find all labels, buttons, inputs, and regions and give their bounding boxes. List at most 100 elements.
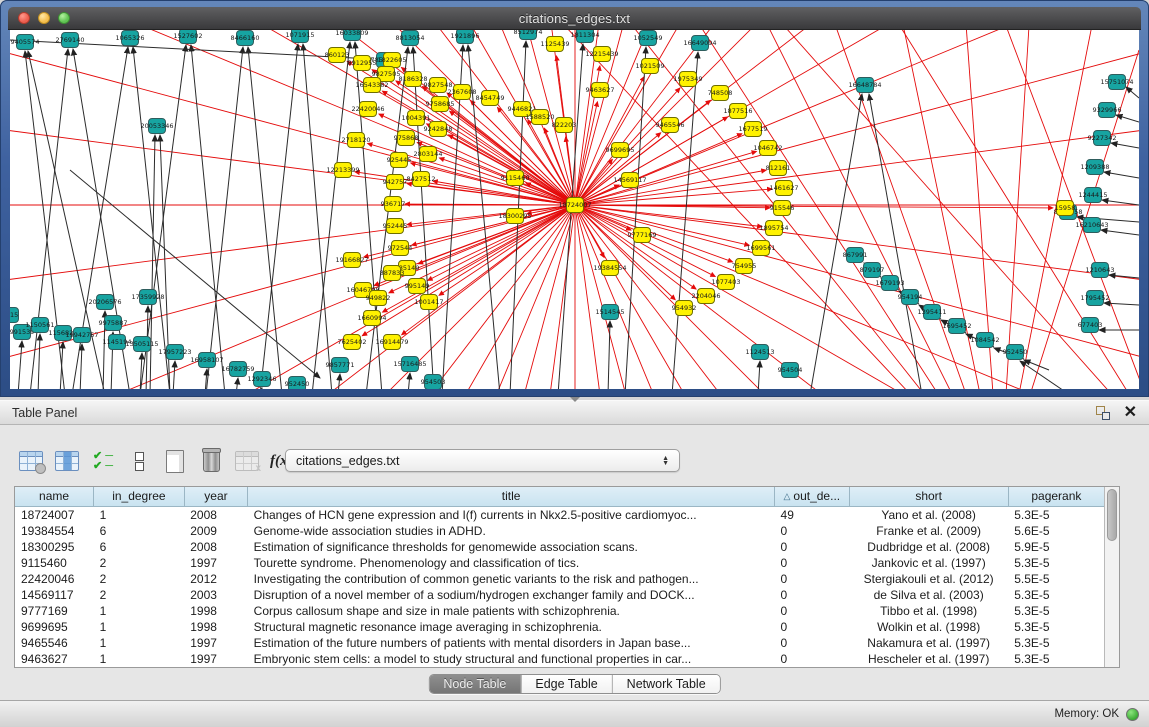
column-header[interactable]: title: [248, 487, 775, 506]
table-cell[interactable]: 0: [775, 539, 850, 555]
table-cell[interactable]: 0: [775, 651, 850, 667]
network-node[interactable]: 954503: [421, 375, 446, 390]
network-node[interactable]: 1124513: [746, 345, 775, 360]
table-cell[interactable]: Tibbo et al. (1998): [849, 603, 1008, 619]
network-node[interactable]: 8813054: [396, 31, 425, 46]
network-node[interactable]: 20053346: [140, 119, 173, 134]
network-node[interactable]: 1461627: [770, 181, 799, 196]
table-cell[interactable]: 49: [775, 506, 850, 523]
network-node[interactable]: 1699561: [747, 241, 776, 256]
table-scrollbar[interactable]: [1104, 487, 1119, 667]
network-node[interactable]: 1921896: [451, 30, 480, 44]
network-node[interactable]: 16033809: [335, 30, 368, 41]
network-node[interactable]: 949822: [366, 291, 391, 306]
table-row[interactable]: 946554611997Estimation of the future num…: [15, 635, 1104, 651]
table-cell[interactable]: 5.3E-5: [1008, 555, 1104, 571]
network-node[interactable]: 812161: [766, 161, 791, 176]
column-header[interactable]: pagerank: [1008, 487, 1104, 506]
table-row[interactable]: 2242004622012Investigating the contribut…: [15, 571, 1104, 587]
table-cell[interactable]: 0: [775, 523, 850, 539]
table-cell[interactable]: Changes of HCN gene expression and I(f) …: [248, 506, 775, 523]
network-node[interactable]: 16649094: [683, 36, 716, 51]
network-node[interactable]: 9315: [10, 308, 19, 323]
memory-status-icon[interactable]: [1126, 708, 1139, 721]
table-cell[interactable]: 18724007: [15, 506, 94, 523]
network-canvas[interactable]: 9405574276914010653261527602846616010719…: [10, 30, 1139, 389]
table-cell[interactable]: 0: [775, 587, 850, 603]
network-node[interactable]: 972544: [388, 241, 413, 256]
table-cell[interactable]: 6: [94, 539, 185, 555]
table-cell[interactable]: 2008: [184, 506, 247, 523]
table-row[interactable]: 1456911722003Disruption of a novel membe…: [15, 587, 1104, 603]
network-node[interactable]: 954932: [672, 301, 697, 316]
network-node[interactable]: 1679193: [876, 276, 905, 291]
network-node[interactable]: 9242848: [424, 122, 453, 137]
network-node[interactable]: 1084542: [971, 333, 1000, 348]
network-node[interactable]: 1125439: [541, 37, 570, 52]
table-cell[interactable]: Yano et al. (2008): [849, 506, 1008, 523]
table-cell[interactable]: 0: [775, 635, 850, 651]
table-cell[interactable]: 0: [775, 555, 850, 571]
network-node[interactable]: 925445: [387, 153, 412, 168]
table-cell[interactable]: 1998: [184, 619, 247, 635]
table-cell[interactable]: Wolkin et al. (1998): [849, 619, 1008, 635]
table-cell[interactable]: 1: [94, 603, 185, 619]
table-cell[interactable]: 0: [775, 603, 850, 619]
network-node[interactable]: 19384554: [593, 261, 626, 276]
table-cell[interactable]: Hescheler et al. (1997): [849, 651, 1008, 667]
table-cell[interactable]: 0: [775, 571, 850, 587]
tab-edge-table[interactable]: Edge Table: [520, 675, 611, 693]
network-node[interactable]: 1975349: [674, 72, 703, 87]
tab-network-table[interactable]: Network Table: [612, 675, 720, 693]
table-cell[interactable]: Structural magnetic resonance image aver…: [248, 619, 775, 635]
table-cell[interactable]: 1997: [184, 651, 247, 667]
create-table-icon[interactable]: [160, 446, 190, 476]
network-node[interactable]: 677403: [1078, 318, 1103, 333]
table-cell[interactable]: 22420046: [15, 571, 94, 587]
network-node[interactable]: 879197: [860, 263, 885, 278]
table-cell[interactable]: 2008: [184, 539, 247, 555]
table-cell[interactable]: 1: [94, 635, 185, 651]
network-node[interactable]: 887833: [380, 266, 405, 281]
table-cell[interactable]: Estimation of significance thresholds fo…: [248, 539, 775, 555]
network-node[interactable]: 1527602: [174, 30, 203, 44]
network-node[interactable]: 942757: [383, 175, 408, 190]
network-node[interactable]: 954504: [778, 363, 803, 378]
network-node[interactable]: 936717: [381, 197, 406, 212]
network-node[interactable]: 952450: [285, 377, 310, 390]
table-cell[interactable]: 2: [94, 555, 185, 571]
network-node[interactable]: 1514545: [596, 305, 625, 320]
table-cell[interactable]: 5.3E-5: [1008, 587, 1104, 603]
row-height-icon[interactable]: [124, 446, 154, 476]
table-cell[interactable]: 6: [94, 523, 185, 539]
table-cell[interactable]: Nakamura et al. (1997): [849, 635, 1008, 651]
table-cell[interactable]: 0: [775, 619, 850, 635]
network-node[interactable]: 748508: [708, 86, 733, 101]
table-cell[interactable]: 5.5E-5: [1008, 571, 1104, 587]
table-cell[interactable]: Disruption of a novel member of a sodium…: [248, 587, 775, 603]
network-node[interactable]: 8454749: [476, 91, 505, 106]
table-cell[interactable]: 2: [94, 587, 185, 603]
table-cell[interactable]: 1997: [184, 555, 247, 571]
network-node[interactable]: 15958: [1055, 201, 1076, 216]
table-cell[interactable]: 2012: [184, 571, 247, 587]
table-cell[interactable]: 1997: [184, 635, 247, 651]
column-header[interactable]: year: [184, 487, 247, 506]
table-cell[interactable]: 2009: [184, 523, 247, 539]
table-cell[interactable]: 1: [94, 619, 185, 635]
column-header[interactable]: △out_de...: [775, 487, 850, 506]
table-cell[interactable]: 9699695: [15, 619, 94, 635]
delete-table-icon[interactable]: [196, 446, 226, 476]
network-node[interactable]: 2718120: [342, 133, 371, 148]
table-scrollbar-thumb[interactable]: [1107, 489, 1117, 541]
network-node[interactable]: 954194: [898, 290, 923, 305]
network-node[interactable]: 754955: [732, 259, 757, 274]
table-cell[interactable]: Corpus callosum shape and size in male p…: [248, 603, 775, 619]
table-cell[interactable]: Genome-wide association studies in ADHD.: [248, 523, 775, 539]
table-row[interactable]: 1872400712008Changes of HCN gene express…: [15, 506, 1104, 523]
network-node[interactable]: 17957223: [158, 345, 191, 360]
network-window-titlebar[interactable]: citations_edges.txt: [8, 7, 1141, 30]
network-node[interactable]: 17359928: [131, 290, 164, 305]
table-cell[interactable]: 9115460: [15, 555, 94, 571]
network-node[interactable]: 1004391: [402, 111, 431, 126]
